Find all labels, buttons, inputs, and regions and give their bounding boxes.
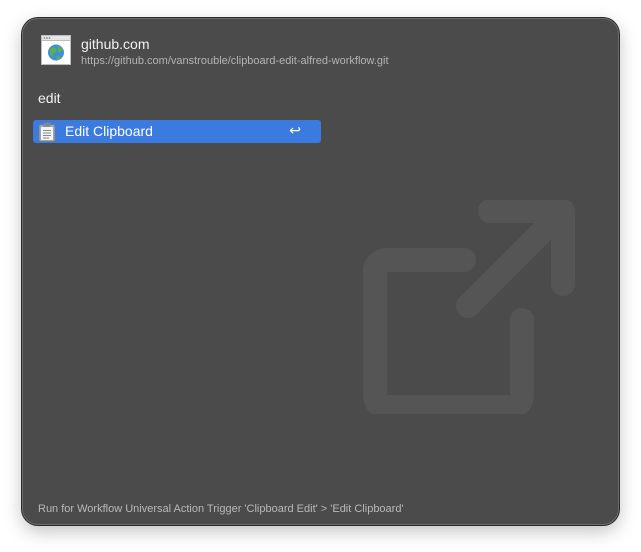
search-input[interactable]: edit (38, 90, 61, 106)
browser-window-globe-icon (41, 35, 71, 65)
result-label: Edit Clipboard (65, 123, 153, 139)
return-key-icon: ↩ (289, 122, 301, 138)
site-url: https://github.com/vanstrouble/clipboard… (81, 55, 389, 67)
site-title: github.com (81, 36, 150, 52)
open-external-icon (363, 200, 575, 414)
clipboard-icon (38, 122, 56, 142)
alfred-window: github.com https://github.com/vanstroubl… (22, 18, 619, 525)
status-footer: Run for Workflow Universal Action Trigge… (38, 503, 404, 515)
result-item-edit-clipboard[interactable]: Edit Clipboard ↩ (33, 120, 321, 143)
